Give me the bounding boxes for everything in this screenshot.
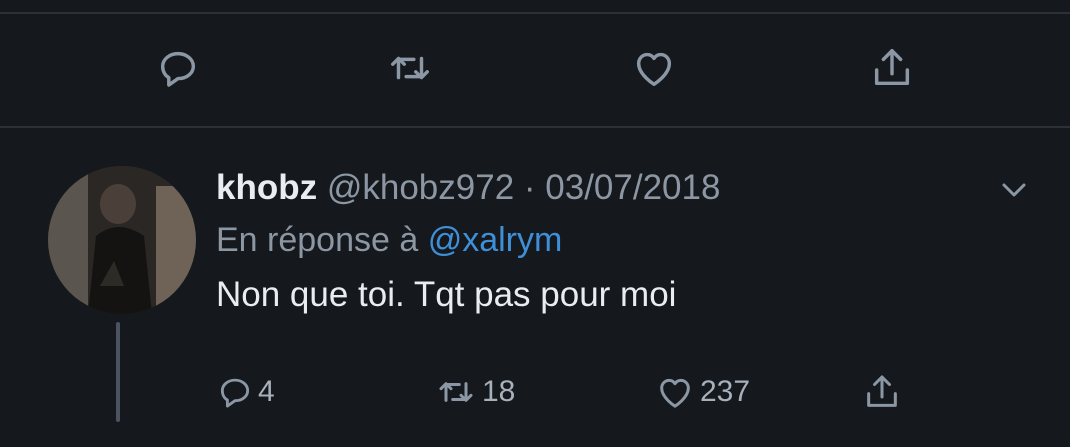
reply-action-bar: 4 18 237 xyxy=(216,366,916,418)
share-button[interactable] xyxy=(862,38,922,98)
tweet-menu-button[interactable] xyxy=(996,176,1032,204)
like-count-button[interactable]: 237 xyxy=(654,366,750,418)
thread-line xyxy=(116,322,120,422)
reply-icon xyxy=(160,51,196,87)
meta-separator: · xyxy=(514,168,546,207)
reply-prefix: En réponse à xyxy=(216,221,428,259)
author-handle[interactable]: @khobz972 xyxy=(327,168,514,207)
like-icon xyxy=(660,378,690,408)
like-count: 237 xyxy=(700,375,751,408)
retweet-button[interactable] xyxy=(380,38,440,98)
tweet-text: Non que toi. Tqt pas pour moi xyxy=(216,275,677,314)
avatar-photo xyxy=(48,166,196,314)
retweet-icon xyxy=(439,382,473,402)
main-tweet-action-bar xyxy=(0,38,1070,108)
retweet-icon xyxy=(391,56,429,80)
like-button[interactable] xyxy=(624,38,684,98)
share-icon xyxy=(867,375,897,407)
reply-tweet: khobz @khobz972 · 03/07/2018 En réponse … xyxy=(216,162,1016,324)
like-icon xyxy=(636,52,672,87)
share-button-reply[interactable] xyxy=(862,366,902,418)
tweet-date[interactable]: 03/07/2018 xyxy=(545,168,720,207)
share-icon xyxy=(874,49,910,86)
retweet-count-button[interactable]: 18 xyxy=(434,366,515,418)
reply-button[interactable] xyxy=(148,38,208,98)
retweet-count: 18 xyxy=(482,375,516,408)
author-name[interactable]: khobz xyxy=(216,168,317,207)
reply-count: 4 xyxy=(258,375,275,408)
top-divider xyxy=(0,0,1070,14)
tweet-divider xyxy=(0,126,1070,128)
reply-count-button[interactable]: 4 xyxy=(216,366,275,418)
tweet-header: khobz @khobz972 · 03/07/2018 xyxy=(216,162,1016,214)
reply-context: En réponse à @xalrym xyxy=(216,214,1016,266)
chevron-down-icon xyxy=(1002,183,1026,197)
reply-mention-link[interactable]: @xalrym xyxy=(428,221,563,259)
avatar[interactable] xyxy=(48,166,196,314)
reply-icon xyxy=(220,378,250,408)
